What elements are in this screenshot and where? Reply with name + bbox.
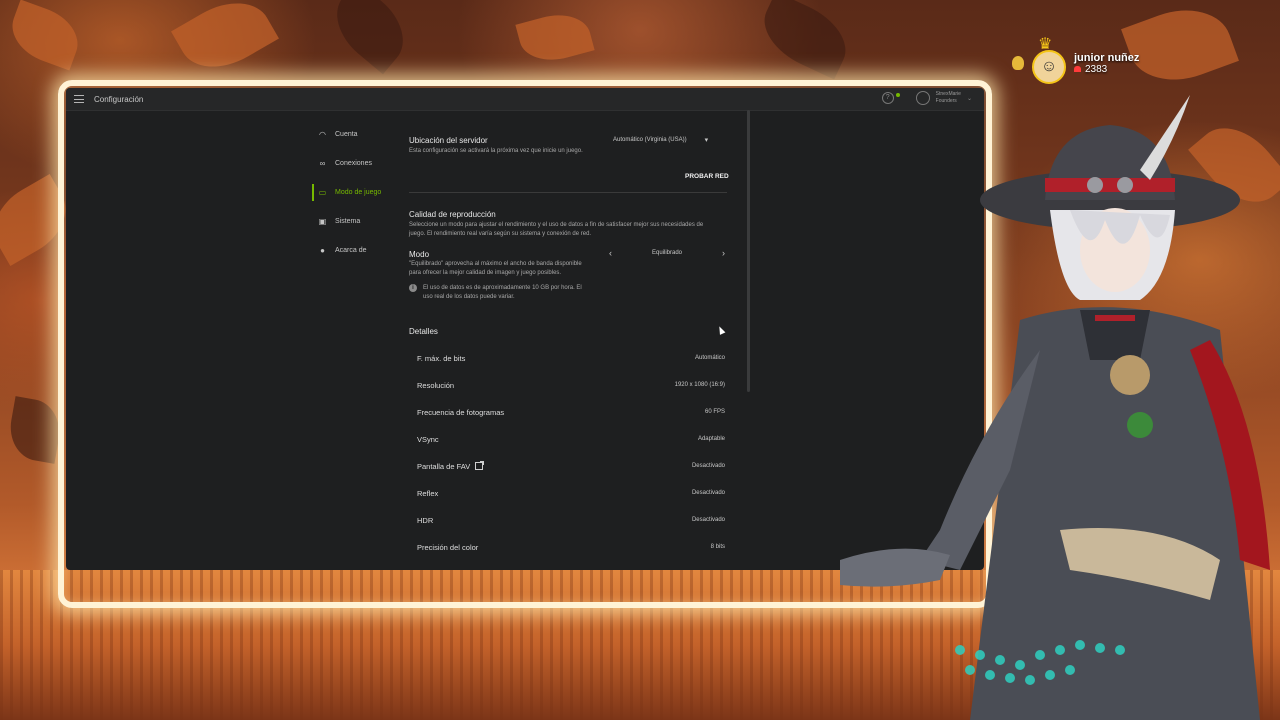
- viewer-points: 2383: [1085, 63, 1108, 75]
- leaf-decoration: [515, 6, 595, 69]
- sidebar-item-modo-de-juego[interactable]: ▭ Modo de juego: [312, 178, 388, 207]
- mode-value: Equilibrado: [651, 250, 683, 256]
- monitor-icon: ▣: [318, 217, 327, 226]
- viewer-avatar: ☺: [1032, 50, 1066, 84]
- crown-icon: ♛: [1038, 36, 1053, 53]
- detail-label: VSync: [417, 434, 439, 444]
- chevron-right-icon[interactable]: ›: [722, 248, 725, 258]
- content-scrollbar[interactable]: [747, 110, 750, 392]
- external-link-icon[interactable]: [475, 461, 485, 470]
- details-header: Detalles: [409, 327, 729, 336]
- detail-value: 8 bits: [710, 544, 725, 550]
- detail-label: Resolución: [417, 380, 455, 390]
- viewer-name: junior nuñez: [1074, 51, 1140, 64]
- chevron-down-icon: ▾: [704, 137, 709, 144]
- detail-row-hdr[interactable]: HDR Desactivado: [417, 512, 725, 528]
- sidebar-item-label: Cuenta: [335, 131, 358, 138]
- link-icon: ∞: [319, 159, 326, 168]
- data-usage-note: i El uso de datos es de aproximadamente …: [409, 284, 593, 302]
- leaf-decoration: [171, 0, 279, 84]
- section-divider: [409, 192, 727, 193]
- sidebar-item-acerca-de[interactable]: ● Acarca de: [312, 236, 388, 265]
- detail-value: Desactivado: [691, 463, 725, 469]
- heart-icon: [1074, 66, 1081, 72]
- detail-row-bitrate[interactable]: F. máx. de bits Automático: [417, 350, 725, 366]
- detail-label: Frecuencia de fotogramas: [417, 407, 505, 417]
- detail-row-color-precision[interactable]: Precisión del color 8 bits: [417, 539, 725, 555]
- detail-value: Desactivado: [691, 517, 725, 523]
- mode-description: "Equilibrado" aprovecha al máximo el anc…: [409, 261, 582, 276]
- detail-label: Precisión del color: [417, 542, 479, 552]
- detail-value: Desactivado: [691, 490, 725, 496]
- detail-value: Automático: [694, 355, 725, 361]
- sidebar-item-label: Conexiones: [335, 160, 372, 167]
- server-dropdown[interactable]: Automático (Virginia (USA)) ▾: [613, 136, 708, 144]
- display-icon: ▭: [318, 188, 327, 197]
- leaf-decoration: [752, 0, 858, 80]
- detail-row-reflex[interactable]: Reflex Desactivado: [417, 485, 725, 501]
- viewer-badge: ♛ ☺ junior nuñez 2383: [1012, 36, 1140, 84]
- detail-label: Reflex: [417, 488, 439, 498]
- leaf-decoration: [3, 0, 87, 71]
- chevron-left-icon[interactable]: ‹: [609, 248, 612, 258]
- quality-description: Seleccione un modo para ajustar el rendi…: [409, 222, 704, 237]
- mode-selector: ‹ Equilibrado ›: [609, 248, 725, 258]
- settings-content: Ubicación del servidor Esta configuració…: [388, 110, 750, 570]
- detail-value: 60 FPS: [704, 409, 725, 415]
- headset-icon: ◠: [319, 130, 326, 139]
- detail-label: HDR: [417, 515, 434, 525]
- info-icon: ●: [320, 246, 325, 255]
- server-value: Automático (Virginia (USA)): [613, 137, 687, 143]
- leaf-decoration: [5, 396, 65, 464]
- sidebar-item-label: Sistema: [335, 218, 361, 225]
- detail-row-resolution[interactable]: Resolución 1920 x 1080 (16:9): [417, 377, 725, 393]
- sidebar-item-conexiones[interactable]: ∞ Conexiones: [312, 149, 388, 178]
- sidebar-item-sistema[interactable]: ▣ Sistema: [312, 207, 388, 236]
- server-section: Ubicación del servidor Esta configuració…: [409, 136, 729, 180]
- hamburger-menu-icon[interactable]: [74, 95, 84, 103]
- sidebar-item-label: Modo de juego: [335, 189, 382, 196]
- detail-row-framerate[interactable]: Frecuencia de fotogramas 60 FPS: [417, 404, 725, 420]
- mode-section: Modo "Equilibrado" aprovecha al máximo e…: [409, 248, 729, 302]
- details-title: Detalles: [409, 327, 438, 336]
- sidebar-item-cuenta[interactable]: ◠ Cuenta: [312, 120, 388, 149]
- detail-label-with-icon: Pantalla de FAV: [417, 461, 485, 471]
- detail-label: F. máx. de bits: [417, 353, 466, 363]
- sidebar-item-label: Acarca de: [335, 247, 367, 254]
- data-usage-text: El uso de datos es de aproximadamente 10…: [423, 285, 582, 300]
- medal-icon: [1012, 56, 1024, 70]
- leaf-decoration: [321, 0, 419, 75]
- info-icon: i: [409, 284, 417, 292]
- detail-value: Adaptable: [697, 436, 725, 442]
- detail-label: Pantalla de FAV: [417, 461, 471, 471]
- vtuber-character-avatar: [840, 95, 1270, 720]
- settings-sidebar: ◠ Cuenta ∞ Conexiones ▭ Modo de juego ▣ …: [312, 120, 388, 265]
- quality-section: Calidad de reproducción Seleccione un mo…: [409, 210, 729, 239]
- detail-value: 1920 x 1080 (16:9): [674, 382, 725, 388]
- detail-row-fav[interactable]: Pantalla de FAV Desactivado: [417, 458, 725, 474]
- probar-red-button[interactable]: PROBAR RED: [685, 173, 729, 180]
- window-title: Configuración: [94, 94, 144, 104]
- quality-title: Calidad de reproducción: [409, 210, 496, 219]
- viewer-points-row: 2383: [1074, 64, 1139, 75]
- server-description: Esta configuración se activará la próxim…: [409, 148, 583, 154]
- detail-row-vsync[interactable]: VSync Adaptable: [417, 431, 725, 447]
